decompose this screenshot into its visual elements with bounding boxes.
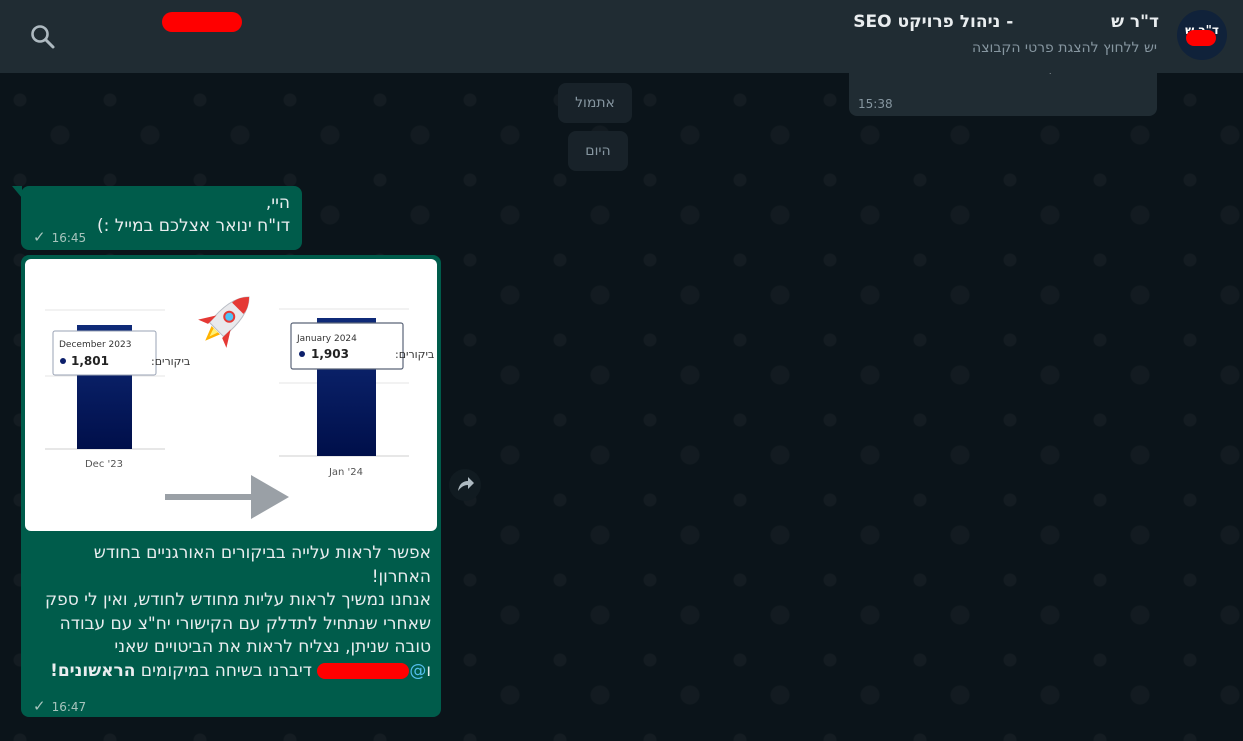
- chat-header[interactable]: ד"ר ש - ניהול פרויקט SEO יש ללחוץ להצגת …: [0, 0, 1243, 73]
- day-separator-yesterday: אתמול: [558, 83, 632, 123]
- group-title[interactable]: ד"ר ש - ניהול פרויקט SEO: [853, 12, 1159, 32]
- message-line: שאחרי שנתחיל לתדלק עם הקישורי יח"צ עם עב…: [59, 613, 431, 634]
- tooltip-label: ביקורים:: [395, 348, 434, 361]
- tooltip-dot: [299, 351, 305, 357]
- tooltip-value: 1,903: [311, 347, 349, 361]
- tooltip-label: ביקורים:: [151, 355, 190, 368]
- group-avatar[interactable]: ד"ר ש: [1177, 10, 1227, 60]
- tooltip-value: 1,801: [71, 354, 109, 368]
- tooltip-dot: [60, 358, 66, 364]
- message-line: האחרון!: [371, 566, 431, 587]
- message-line-last: ו@ דיברנו בשיחה במיקומים הראשונים!: [31, 660, 431, 684]
- day-separator-today: היום: [568, 131, 628, 171]
- redaction-mark: [1186, 30, 1216, 46]
- message-line: טובה שניתן, נצליח לראות את הביטויים שאני: [114, 637, 431, 657]
- single-check-icon: ✓: [33, 228, 46, 246]
- single-check-icon: ✓: [33, 697, 46, 715]
- search-button[interactable]: [28, 22, 58, 52]
- message-meta: ✓ 16:47: [33, 697, 86, 715]
- tooltip-title: January 2024: [296, 334, 357, 344]
- message-prefix: ו: [426, 660, 431, 681]
- message-text-segment: דיברנו בשיחה במיקומים: [135, 660, 318, 681]
- arrow-right-icon: [165, 475, 289, 519]
- message-meta: ✓ 16:45: [33, 228, 86, 246]
- redaction-mark: [162, 12, 242, 32]
- outgoing-media-message[interactable]: December 2023 1,801 ביקורים: Dec '23 Jan…: [21, 255, 441, 717]
- message-time: 15:38: [858, 97, 893, 111]
- tooltip-box: [290, 322, 404, 370]
- message-line: אנחנו נמשיך לראות עליות מחודש לחודש, ואי…: [45, 590, 431, 610]
- forward-icon: [458, 477, 474, 491]
- group-title-prefix: ד"ר ש: [1111, 12, 1159, 32]
- forward-button[interactable]: [449, 469, 481, 501]
- tick-label: Dec '23: [85, 459, 123, 470]
- mention[interactable]: @: [409, 661, 426, 681]
- message-time: 16:45: [51, 231, 87, 245]
- message-text: אפשר לראות עלייה בביקורים האורגניים בחוד…: [31, 542, 431, 683]
- message-line: היי,: [265, 193, 290, 213]
- chart-jan: January 2024 1,903 ביקורים: Jan '24: [279, 308, 434, 478]
- search-icon: [31, 25, 55, 49]
- message-time: 16:47: [51, 700, 87, 714]
- chart-image: December 2023 1,801 ביקורים: Dec '23 Jan…: [45, 296, 434, 519]
- tooltip-box: [52, 330, 157, 376]
- chart-dec: December 2023 1,801 ביקורים: Dec '23: [45, 309, 190, 470]
- group-subtitle[interactable]: יש ללחוץ להצגת פרטי הקבוצה: [972, 40, 1157, 56]
- rocket-icon: [198, 296, 250, 348]
- report-image[interactable]: December 2023 1,801 ביקורים: Dec '23 Jan…: [25, 259, 437, 531]
- tick-label: Jan '24: [328, 467, 363, 478]
- redaction-mark: [317, 662, 410, 679]
- message-text: היי, דו"ח ינואר אצלכם במייל :): [97, 192, 290, 238]
- message-bold-text: הראשונים!: [50, 660, 136, 681]
- message-line: דו"ח ינואר אצלכם במייל :): [96, 216, 290, 236]
- group-title-suffix: - ניהול פרויקט SEO: [853, 12, 1014, 32]
- tooltip-title: December 2023: [59, 340, 131, 350]
- message-line: אפשר לראות עלייה בביקורים האורגניים בחוד…: [93, 543, 431, 563]
- outgoing-message[interactable]: היי, דו"ח ינואר אצלכם במייל :) ✓ 16:45: [21, 186, 302, 250]
